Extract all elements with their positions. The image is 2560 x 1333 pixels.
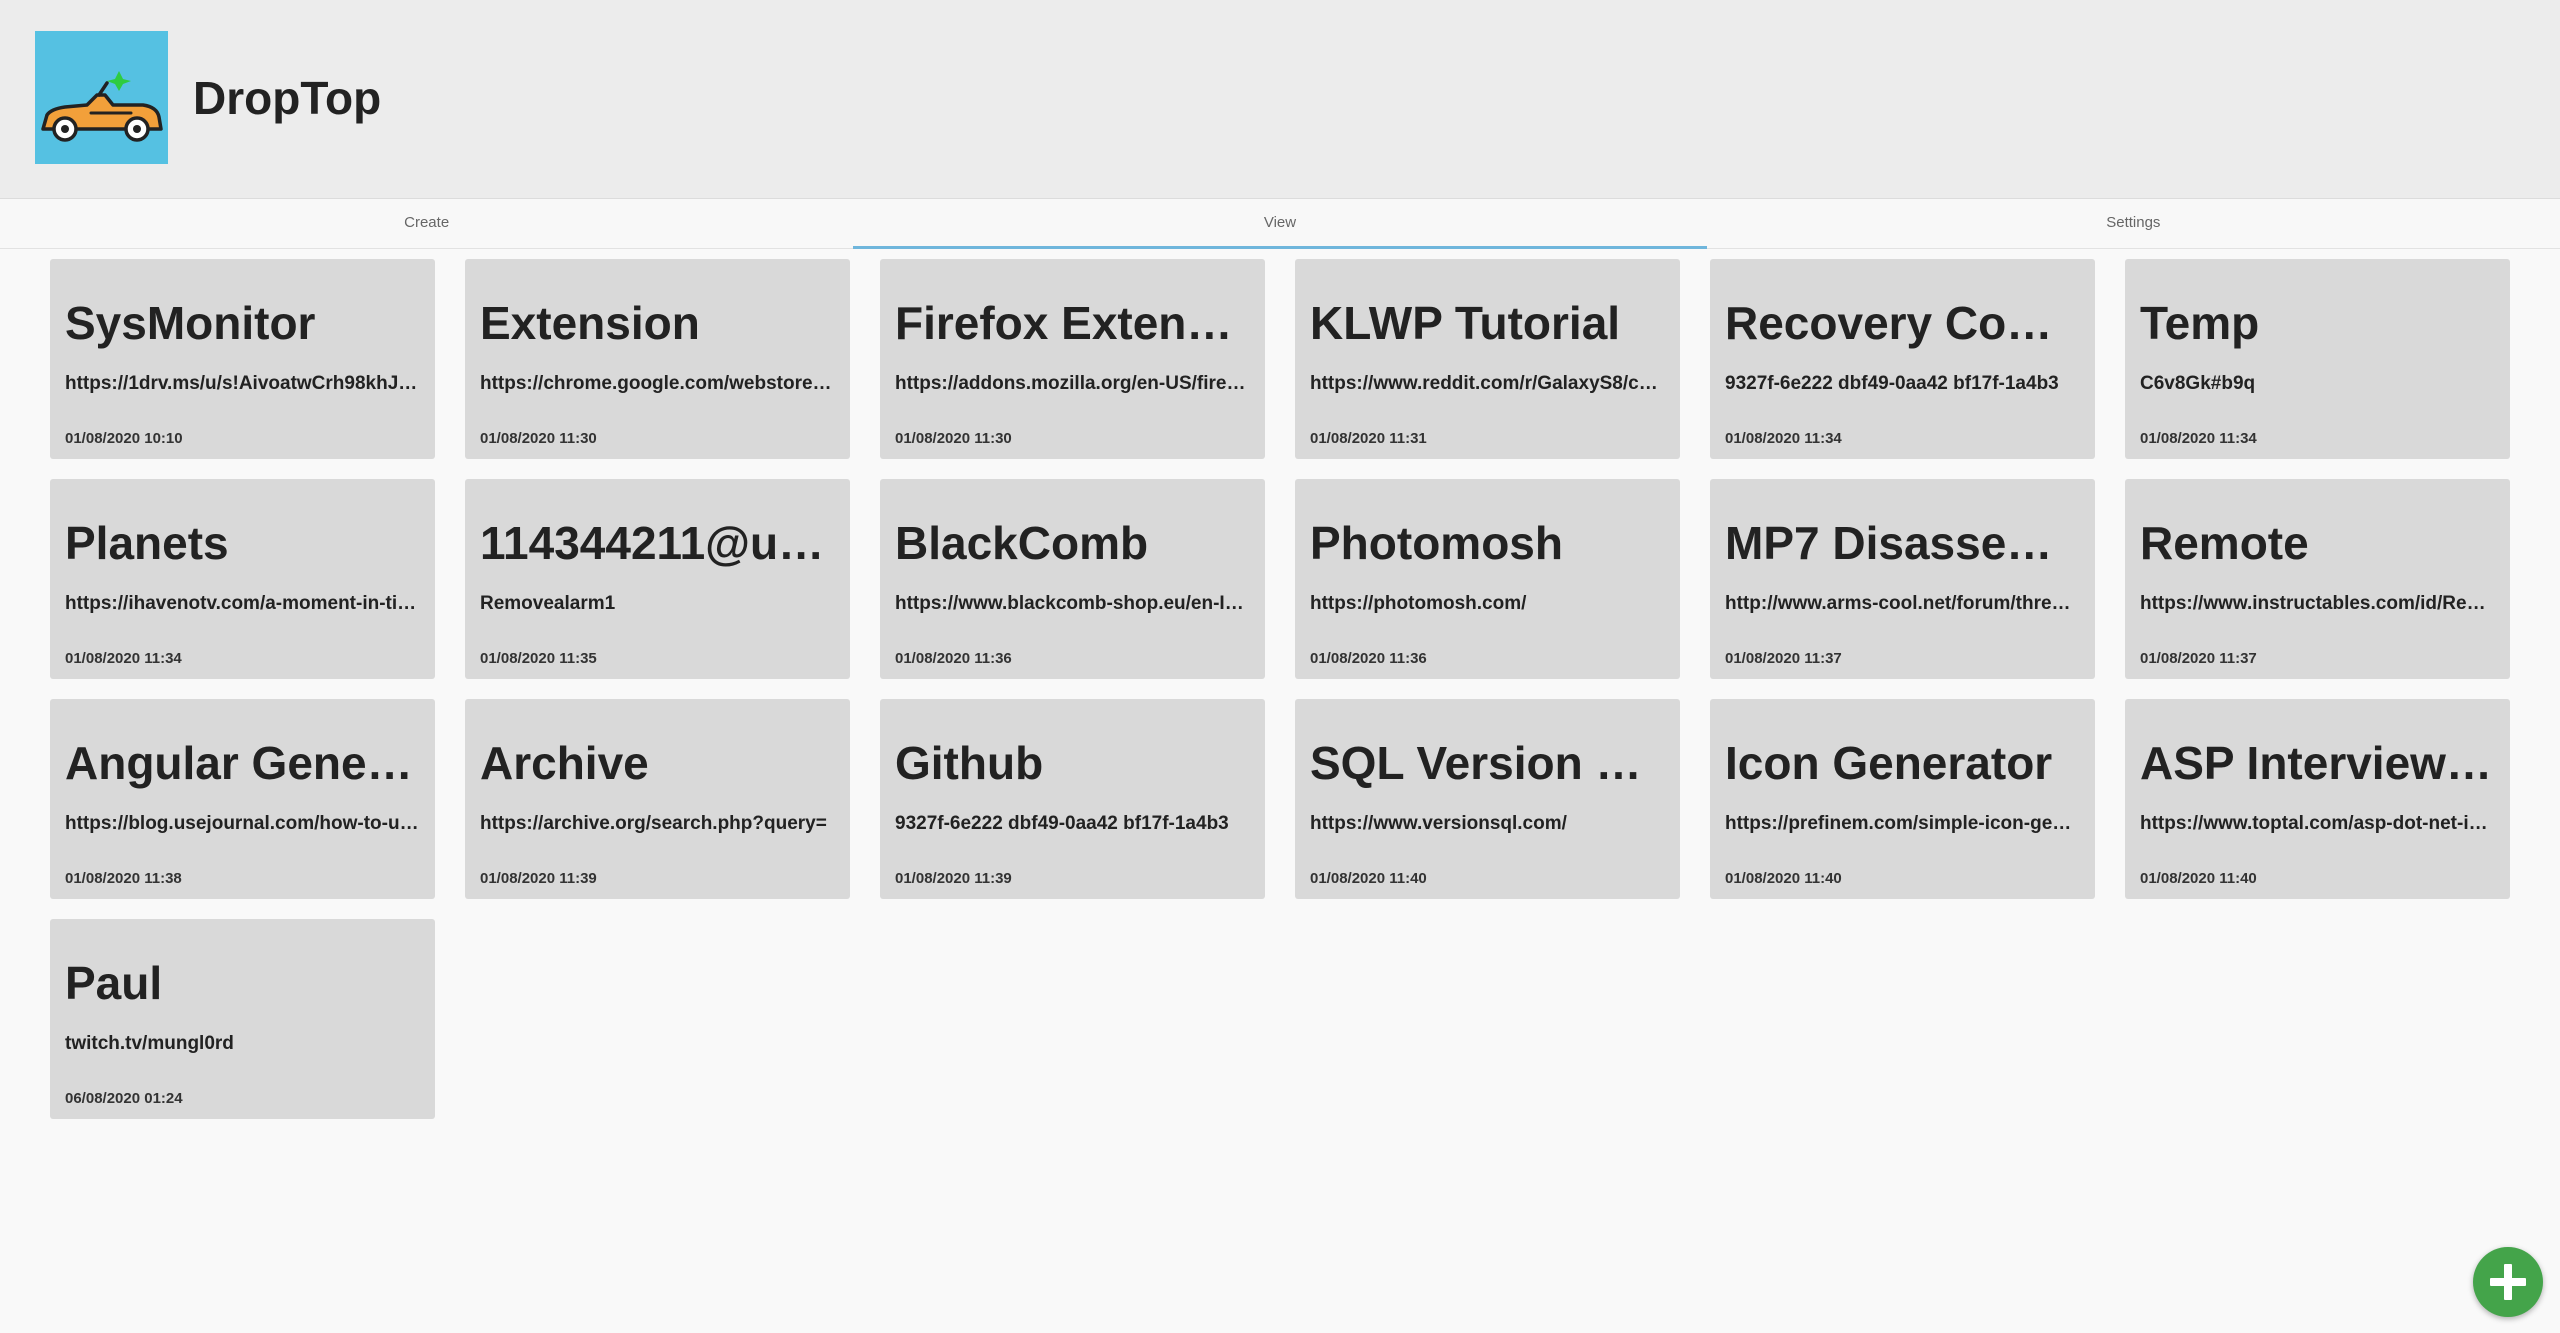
card-content: https://ihavenotv.com/a-moment-in-time <box>65 593 420 614</box>
card-content: https://www.blackcomb-shop.eu/en-IE/prod… <box>895 593 1250 614</box>
note-card[interactable]: Github 9327f-6e222 dbf49-0aa42 bf17f-1a4… <box>880 699 1265 899</box>
note-card[interactable]: KLWP Tutorial https://www.reddit.com/r/G… <box>1295 259 1680 459</box>
app-logo <box>35 31 168 164</box>
card-date: 01/08/2020 11:30 <box>895 430 1012 447</box>
card-date: 01/08/2020 11:31 <box>1310 430 1427 447</box>
card-title: Extension <box>480 297 700 349</box>
note-card[interactable]: Recovery Codes 9327f-6e222 dbf49-0aa42 b… <box>1710 259 2095 459</box>
add-button[interactable] <box>2473 1247 2543 1317</box>
note-card[interactable]: Extension https://chrome.google.com/webs… <box>465 259 850 459</box>
card-content: Removealarm1 <box>480 593 616 614</box>
note-card[interactable]: Paul twitch.tv/mungl0rd 06/08/2020 01:24 <box>50 919 435 1119</box>
card-title: ASP Interview Questions <box>2140 737 2495 789</box>
card-title: Icon Generator <box>1725 737 2053 789</box>
plus-icon <box>2490 1264 2526 1300</box>
card-date: 01/08/2020 11:40 <box>1725 870 1842 887</box>
note-card[interactable]: Firefox Extension https://addons.mozilla… <box>880 259 1265 459</box>
card-title: KLWP Tutorial <box>1310 297 1621 349</box>
card-title: MP7 Disassembly <box>1725 517 2080 569</box>
card-title: Paul <box>65 957 163 1009</box>
card-title: Github <box>895 737 1044 789</box>
note-card[interactable]: 114344211@uni.ac.uk Removealarm1 01/08/2… <box>465 479 850 679</box>
card-content: http://www.arms-cool.net/forum/threads <box>1725 593 2080 614</box>
card-content: https://chrome.google.com/webstore/detai… <box>480 373 835 394</box>
note-card[interactable]: MP7 Disassembly http://www.arms-cool.net… <box>1710 479 2095 679</box>
convertible-car-icon <box>41 71 163 142</box>
card-content: https://prefinem.com/simple-icon-generat… <box>1725 813 2080 834</box>
card-title: Archive <box>480 737 649 789</box>
note-card[interactable]: Icon Generator https://prefinem.com/simp… <box>1710 699 2095 899</box>
card-content: https://blog.usejournal.com/how-to-use-g… <box>65 813 420 834</box>
card-date: 01/08/2020 11:37 <box>1725 650 1842 667</box>
card-content: https://archive.org/search.php?query= <box>480 813 827 834</box>
card-title: BlackComb <box>895 517 1149 569</box>
tab-settings[interactable]: Settings <box>1707 199 2560 248</box>
card-content: https://www.reddit.com/r/GalaxyS8/commen… <box>1310 373 1665 394</box>
card-title: SQL Version Control <box>1310 737 1665 789</box>
card-date: 01/08/2020 11:38 <box>65 870 182 887</box>
card-date: 01/08/2020 11:34 <box>65 650 182 667</box>
card-content: https://addons.mozilla.org/en-US/firefox… <box>895 373 1250 394</box>
card-title: Remote <box>2140 517 2309 569</box>
note-card[interactable]: Archive https://archive.org/search.php?q… <box>465 699 850 899</box>
card-content: 9327f-6e222 dbf49-0aa42 bf17f-1a4b3 <box>895 813 1229 834</box>
card-content: https://photomosh.com/ <box>1310 593 1527 614</box>
card-date: 01/08/2020 11:39 <box>895 870 1012 887</box>
tab-create[interactable]: Create <box>0 199 853 248</box>
tab-view[interactable]: View <box>853 199 1707 249</box>
card-date: 01/08/2020 11:37 <box>2140 650 2257 667</box>
note-card[interactable]: Planets https://ihavenotv.com/a-moment-i… <box>50 479 435 679</box>
app-title: DropTop <box>193 72 382 124</box>
note-card[interactable]: ASP Interview Questions https://www.topt… <box>2125 699 2510 899</box>
card-content: twitch.tv/mungl0rd <box>65 1033 234 1054</box>
card-content: https://1drv.ms/u/s!AivoatwCrh98khJhZXo <box>65 373 420 394</box>
card-content: https://www.instructables.com/id/Remote <box>2140 593 2495 614</box>
card-date: 01/08/2020 11:36 <box>895 650 1012 667</box>
card-date: 01/08/2020 11:39 <box>480 870 597 887</box>
card-date: 01/08/2020 11:35 <box>480 650 597 667</box>
note-card[interactable]: Temp C6v8Gk#b9q 01/08/2020 11:34 <box>2125 259 2510 459</box>
card-title: 114344211@uni.ac.uk <box>480 517 835 569</box>
app-header: DropTop <box>0 0 2560 199</box>
app-root: DropTop Create View Settings SysMonitor … <box>0 0 2560 1333</box>
card-content: https://www.toptal.com/asp-dot-net-inter… <box>2140 813 2495 834</box>
card-title: Planets <box>65 517 229 569</box>
note-card[interactable]: BlackComb https://www.blackcomb-shop.eu/… <box>880 479 1265 679</box>
card-date: 01/08/2020 11:34 <box>1725 430 1842 447</box>
card-content: 9327f-6e222 dbf49-0aa42 bf17f-1a4b3 <box>1725 373 2059 394</box>
card-date: 01/08/2020 10:10 <box>65 430 183 447</box>
note-card[interactable]: Angular Generics https://blog.usejournal… <box>50 699 435 899</box>
note-card[interactable]: Photomosh https://photomosh.com/ 01/08/2… <box>1295 479 1680 679</box>
note-card[interactable]: SQL Version Control https://www.versions… <box>1295 699 1680 899</box>
note-card[interactable]: SysMonitor https://1drv.ms/u/s!AivoatwCr… <box>50 259 435 459</box>
note-card[interactable]: Remote https://www.instructables.com/id/… <box>2125 479 2510 679</box>
card-date: 01/08/2020 11:36 <box>1310 650 1427 667</box>
card-date: 06/08/2020 01:24 <box>65 1090 183 1107</box>
card-title: Firefox Extension <box>895 297 1250 349</box>
card-date: 01/08/2020 11:40 <box>1310 870 1427 887</box>
card-content: https://www.versionsql.com/ <box>1310 813 1567 834</box>
card-date: 01/08/2020 11:30 <box>480 430 597 447</box>
card-title: Temp <box>2140 297 2260 349</box>
card-date: 01/08/2020 11:34 <box>2140 430 2257 447</box>
card-title: SysMonitor <box>65 297 316 349</box>
card-content: C6v8Gk#b9q <box>2140 373 2256 394</box>
card-title: Photomosh <box>1310 517 1563 569</box>
tab-bar: Create View Settings <box>0 199 2560 249</box>
card-title: Angular Generics <box>65 737 420 789</box>
card-grid: SysMonitor https://1drv.ms/u/s!AivoatwCr… <box>50 259 2510 1119</box>
card-title: Recovery Codes <box>1725 297 2080 349</box>
card-date: 01/08/2020 11:40 <box>2140 870 2257 887</box>
